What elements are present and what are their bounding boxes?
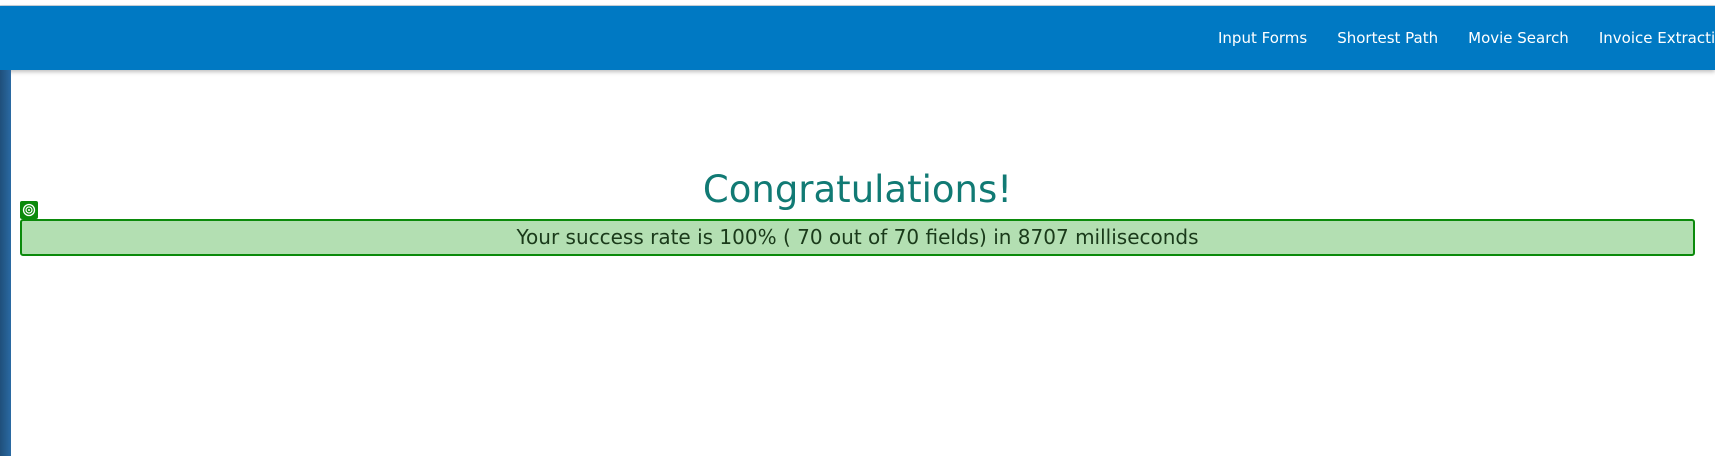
left-sidebar-edge bbox=[0, 70, 11, 456]
target-icon bbox=[20, 201, 38, 219]
success-result-banner: Your success rate is 100% ( 70 out of 70… bbox=[20, 219, 1695, 256]
nav-links: Input Forms Shortest Path Movie Search I… bbox=[1218, 6, 1715, 70]
nav-link-input-forms[interactable]: Input Forms bbox=[1218, 29, 1307, 47]
page-title: Congratulations! bbox=[702, 168, 1013, 211]
top-navbar: Input Forms Shortest Path Movie Search I… bbox=[0, 6, 1715, 70]
nav-link-invoice-extraction[interactable]: Invoice Extraction bbox=[1599, 29, 1715, 47]
nav-link-shortest-path[interactable]: Shortest Path bbox=[1337, 29, 1438, 47]
nav-link-movie-search[interactable]: Movie Search bbox=[1468, 29, 1569, 47]
